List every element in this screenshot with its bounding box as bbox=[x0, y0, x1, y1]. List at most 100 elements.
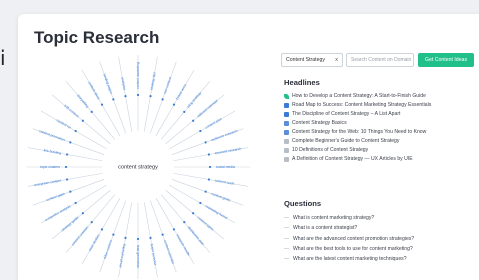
mindmap-node[interactable]: storytelling bbox=[76, 93, 90, 108]
mindmap-node[interactable]: content marketing bbox=[136, 62, 140, 89]
close-icon[interactable]: x bbox=[335, 54, 338, 66]
mindmap-node[interactable]: evergreen content bbox=[34, 178, 62, 187]
mindmap-node[interactable]: keyword research bbox=[214, 147, 241, 156]
mindmap-dot bbox=[172, 228, 176, 231]
mindmap-dot bbox=[204, 190, 207, 193]
question-item[interactable]: — What are the best tools to use for cont… bbox=[284, 244, 414, 254]
mindmap-node[interactable]: content audit bbox=[214, 178, 234, 185]
mindmap-node[interactable]: content types bbox=[197, 216, 215, 232]
dash-icon: — bbox=[284, 225, 290, 232]
mindmap-link bbox=[143, 56, 158, 132]
dash-icon: — bbox=[284, 245, 290, 252]
gray-square-icon bbox=[284, 157, 289, 162]
question-text: What are the best tools to use for conte… bbox=[293, 245, 413, 252]
mindmap-dot bbox=[100, 103, 104, 106]
mindmap-node[interactable]: landing pages bbox=[102, 73, 113, 94]
mindmap-node[interactable]: email marketing bbox=[118, 243, 126, 267]
mindmap-dot bbox=[149, 236, 152, 240]
mindmap-link bbox=[169, 110, 236, 150]
mindmap-dot bbox=[65, 178, 69, 181]
mindmap-link bbox=[27, 147, 103, 162]
question-item[interactable]: — What is content marketing strategy? bbox=[284, 213, 414, 223]
mindmap-dot bbox=[136, 237, 140, 241]
mindmap-node[interactable]: lead generation bbox=[136, 245, 140, 268]
question-item[interactable]: — What is a content strategist? bbox=[284, 223, 414, 233]
headline-item[interactable]: Complete Beginner's Guide to Content Str… bbox=[284, 137, 431, 146]
headline-item[interactable]: How to Develop a Content Strategy: A Sta… bbox=[284, 92, 431, 101]
mindmap-node[interactable]: strategy tips bbox=[149, 72, 156, 91]
mindmap-dot bbox=[90, 221, 93, 224]
question-item[interactable]: — What are the advanced content promotion… bbox=[284, 234, 414, 244]
headline-text: Road Map to Success: Content Marketing S… bbox=[292, 102, 432, 108]
headline-text: A Definition of Content Strategy — UX Ar… bbox=[292, 156, 413, 162]
green-leaf-icon bbox=[284, 94, 289, 99]
mindmap-dot bbox=[192, 212, 195, 215]
headline-item[interactable]: 10 Definitions of Content Strategy bbox=[284, 146, 431, 155]
headline-item[interactable]: Content Strategy for the Web: 10 Things … bbox=[284, 128, 431, 137]
mindmap-dot bbox=[69, 190, 72, 193]
mindmap-node[interactable]: editorial calendar bbox=[196, 98, 219, 118]
mindmap-link bbox=[81, 198, 121, 265]
headline-item[interactable]: Content Strategy Basics bbox=[284, 119, 431, 128]
questions-list: — What is content marketing strategy? — Wha… bbox=[284, 213, 414, 264]
mindmap-node[interactable]: content promotion bbox=[39, 129, 66, 142]
mindmap-dot bbox=[64, 165, 68, 169]
headline-text: Complete Beginner's Guide to Content Str… bbox=[292, 138, 400, 144]
mind-map[interactable]: content marketing strategy tips seo conten… bbox=[18, 14, 280, 280]
headline-item[interactable]: Road Map to Success: Content Marketing S… bbox=[284, 101, 431, 110]
mindmap-dot bbox=[100, 228, 104, 231]
mindmap-node[interactable]: blog strategy bbox=[187, 91, 203, 109]
mindmap-dot bbox=[183, 110, 186, 113]
mindmap-dot bbox=[199, 129, 202, 133]
domain-search-input[interactable]: Search Content on Domain bbox=[346, 53, 414, 67]
mindmap-node[interactable]: analytics bbox=[120, 77, 126, 91]
mindmap-node[interactable]: buyer persona bbox=[150, 243, 158, 265]
mindmap-node[interactable]: seo content bbox=[163, 76, 173, 94]
mindmap-node[interactable]: distribution plan bbox=[187, 225, 205, 246]
mindmap-dot bbox=[90, 110, 93, 113]
mindmap-dot bbox=[207, 178, 211, 181]
question-item[interactable]: — What are the latest content marketing t… bbox=[284, 254, 414, 264]
questions-title: Questions bbox=[284, 199, 322, 208]
mindmap-node[interactable]: content goals bbox=[211, 192, 232, 203]
mindmap-dot bbox=[112, 233, 115, 236]
gray-square-icon bbox=[284, 139, 289, 144]
get-content-ideas-button[interactable]: Get Content Ideas bbox=[418, 53, 474, 67]
mindmap-node[interactable]: social media bbox=[216, 165, 235, 169]
blue-square-icon bbox=[284, 112, 289, 117]
mindmap-node[interactable]: case studies bbox=[88, 233, 101, 252]
mindmap-node[interactable]: content calendar bbox=[163, 240, 176, 266]
mindmap-node[interactable]: content plan bbox=[204, 117, 222, 130]
mindmap-node[interactable]: content roi bbox=[56, 118, 72, 130]
mindmap-dot bbox=[149, 94, 152, 98]
mindmap-node[interactable]: video content bbox=[102, 240, 113, 260]
mindmap-node[interactable]: strategy guide bbox=[61, 215, 80, 232]
mindmap-link bbox=[40, 110, 107, 150]
mindmap-dot bbox=[69, 141, 72, 144]
mindmap-node[interactable]: competitor analysis bbox=[44, 204, 71, 222]
mindmap-node[interactable]: audience research bbox=[211, 129, 239, 142]
mindmap-center[interactable]: content strategy bbox=[118, 164, 158, 170]
dash-icon: — bbox=[284, 256, 290, 263]
headline-item[interactable]: A Definition of Content Strategy — UX Ar… bbox=[284, 155, 431, 164]
headline-item[interactable]: The Discipline of Content Strategy – A L… bbox=[284, 110, 431, 119]
question-text: What is content marketing strategy? bbox=[293, 215, 375, 221]
topic-chip[interactable]: Content Strategy x bbox=[281, 53, 343, 67]
mindmap-dot bbox=[204, 141, 207, 144]
mindmap-link bbox=[143, 202, 158, 278]
mindmap-dot bbox=[74, 129, 77, 133]
mindmap-node[interactable]: measure results bbox=[175, 233, 191, 256]
question-text: What is a content strategist? bbox=[293, 225, 358, 232]
mindmap-dot bbox=[207, 153, 211, 156]
mindmap-node[interactable]: marketing funnel bbox=[205, 204, 229, 220]
mindmap-node[interactable]: topic clusters bbox=[40, 165, 60, 169]
mindmap-node[interactable]: content creation bbox=[71, 225, 90, 246]
mindmap-node[interactable]: content gaps bbox=[46, 192, 66, 203]
mindmap-node[interactable]: link building bbox=[43, 148, 61, 155]
mindmap-dot bbox=[172, 103, 176, 106]
headline-text: 10 Definitions of Content Strategy bbox=[292, 147, 369, 153]
mindmap-node[interactable]: b2b content bbox=[63, 104, 79, 118]
mindmap-node[interactable]: content ideas bbox=[87, 81, 101, 101]
mindmap-dot bbox=[81, 212, 84, 215]
mindmap-node[interactable]: brand voice bbox=[175, 83, 187, 100]
